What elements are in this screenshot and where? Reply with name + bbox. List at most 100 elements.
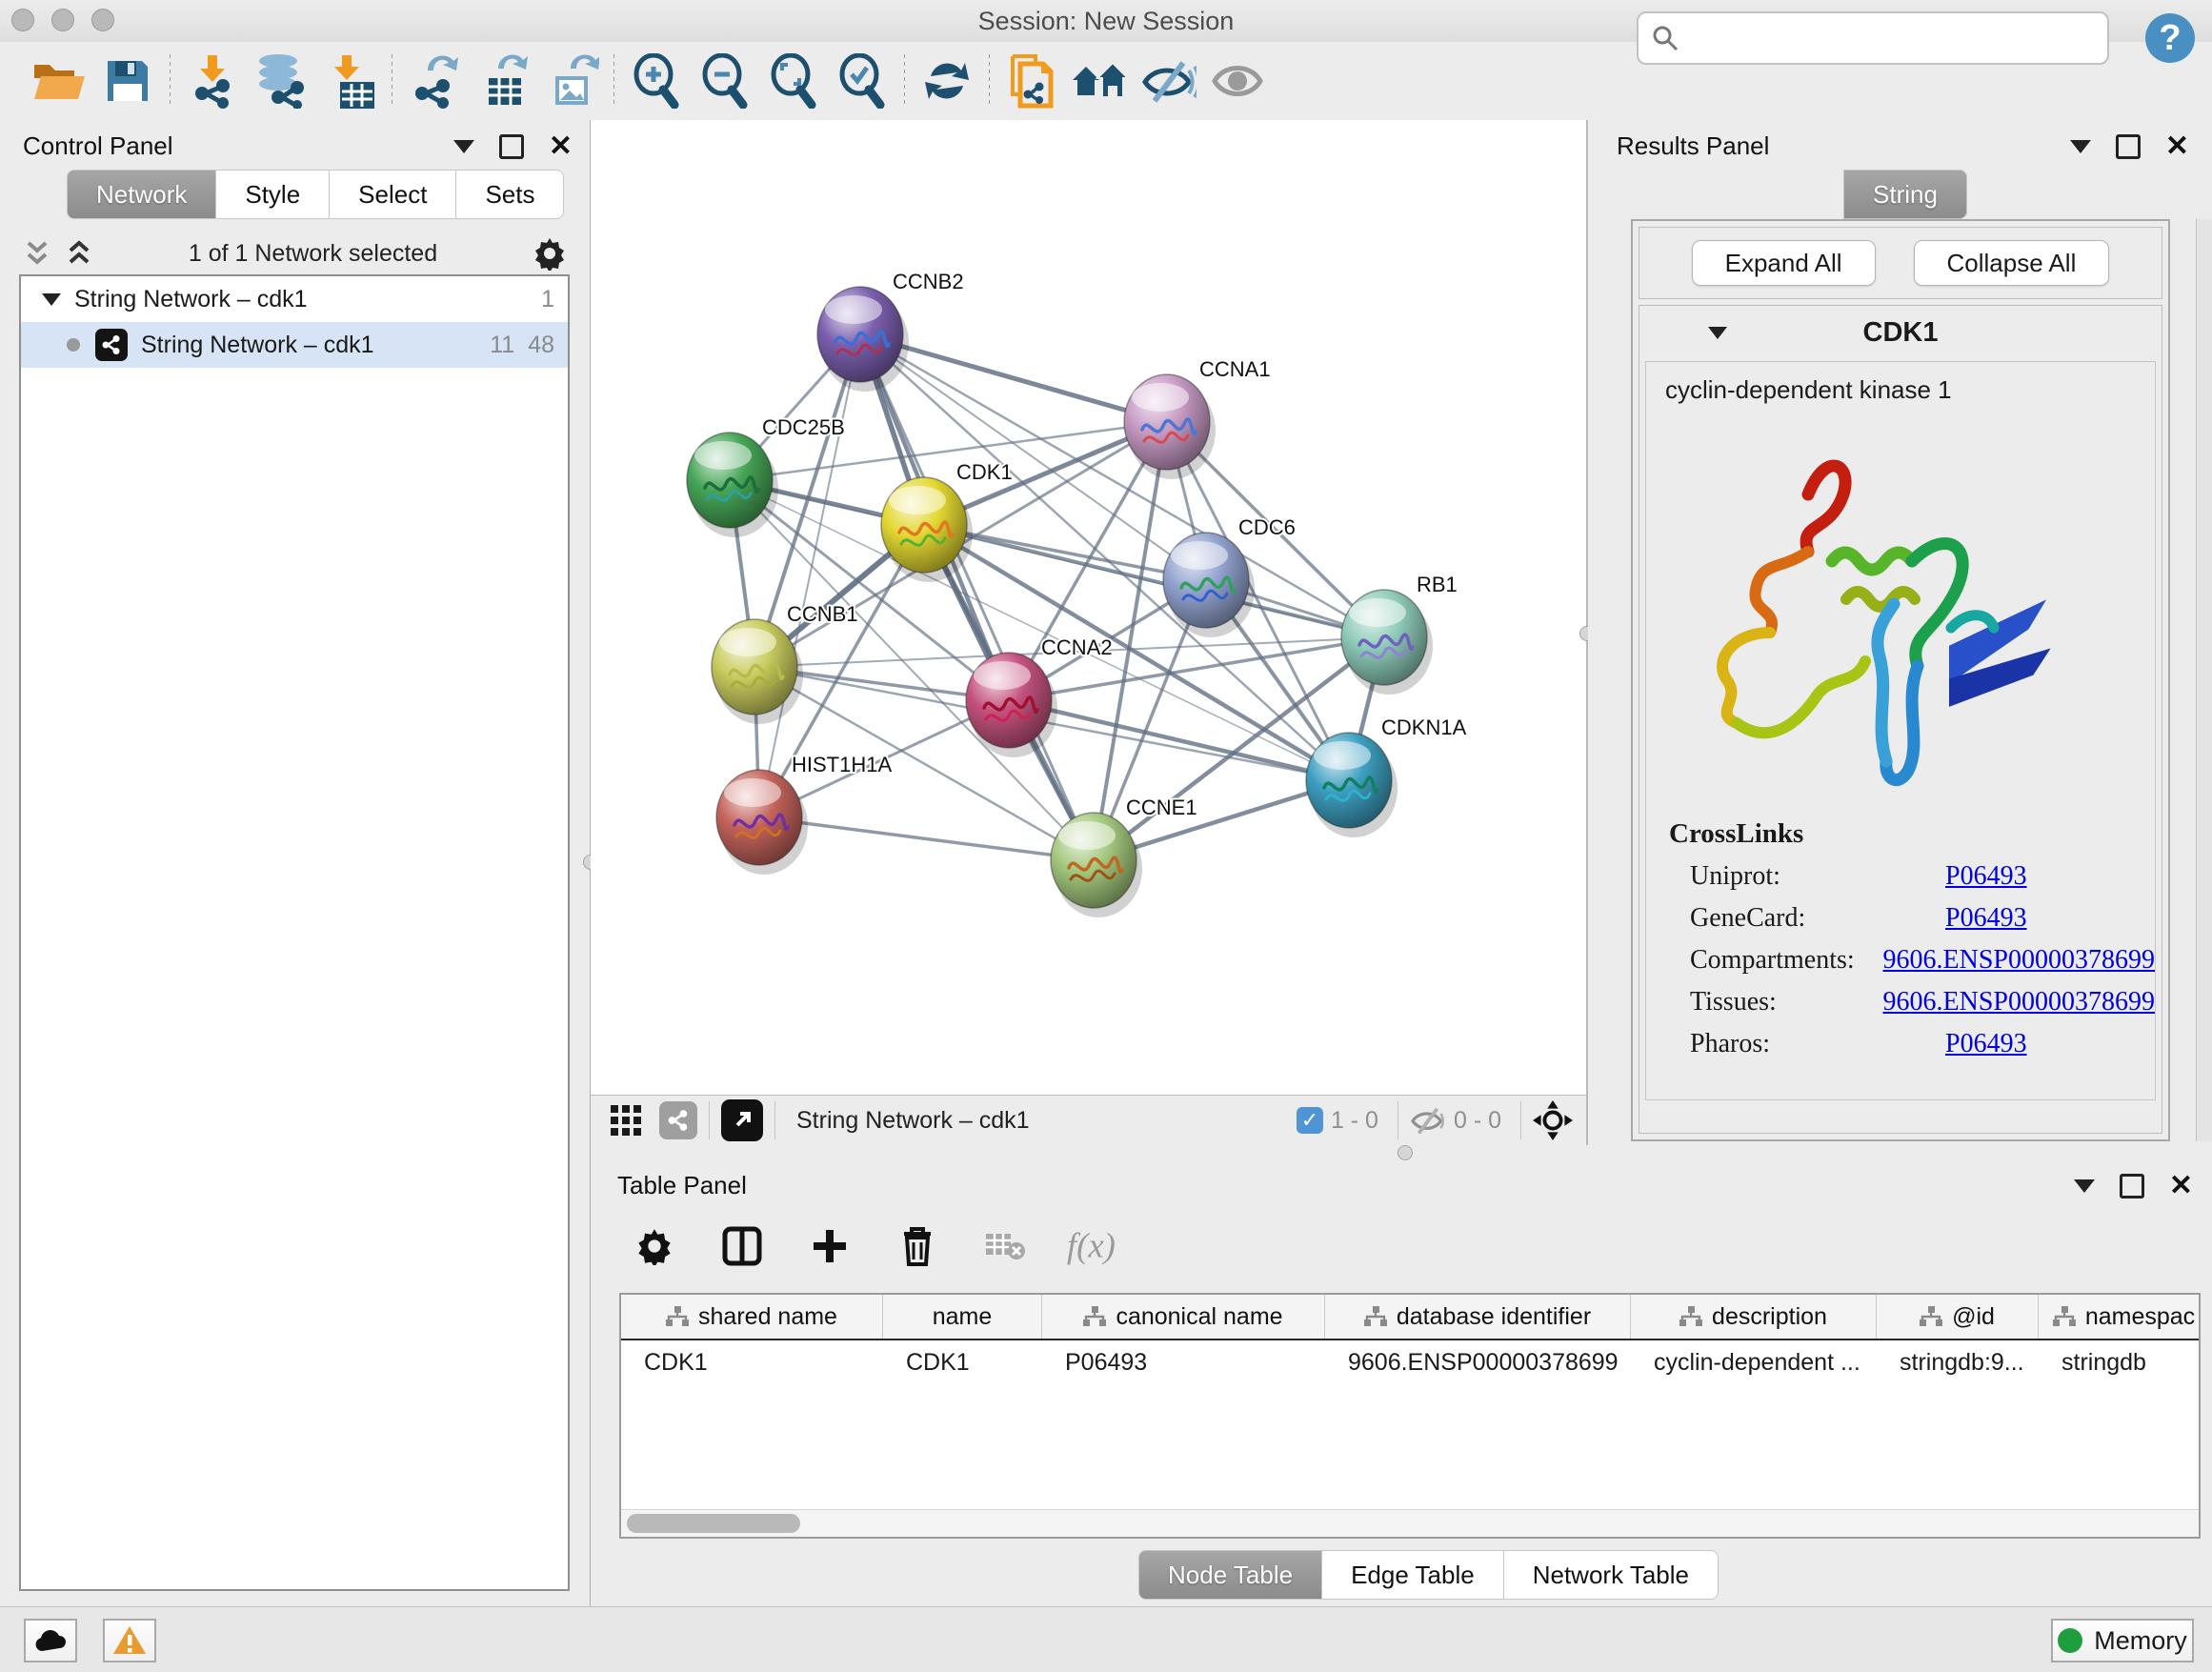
function-builder-button[interactable]: f(x): [1063, 1217, 1122, 1276]
selected-checkbox-icon[interactable]: ✓: [1297, 1107, 1323, 1134]
table-column-header[interactable]: canonical name: [1042, 1295, 1325, 1339]
network-node[interactable]: [687, 433, 778, 537]
network-row[interactable]: String Network – cdk1 11 48: [21, 322, 568, 368]
gear-icon[interactable]: [533, 236, 567, 271]
zoom-in-button[interactable]: [622, 50, 691, 111]
table-hscrollbar-thumb[interactable]: [627, 1514, 800, 1533]
table-panel-float-icon[interactable]: [2120, 1174, 2144, 1199]
import-table-file-button[interactable]: [315, 50, 384, 111]
export-image-button[interactable]: [537, 50, 606, 111]
import-network-database-button[interactable]: [247, 50, 315, 111]
table-settings-button[interactable]: [625, 1217, 684, 1276]
results-panel-close-icon[interactable]: ✕: [2165, 137, 2189, 156]
apply-layout-button[interactable]: [913, 50, 981, 111]
tab-network-table[interactable]: Network Table: [1504, 1550, 1719, 1600]
delete-column-button[interactable]: [888, 1217, 947, 1276]
control-panel-close-icon[interactable]: ✕: [549, 137, 573, 156]
network-node[interactable]: [716, 770, 808, 875]
results-panel-float-icon[interactable]: [2116, 134, 2141, 159]
zoom-fit-button[interactable]: [759, 50, 828, 111]
tab-style[interactable]: Style: [216, 170, 330, 219]
table-hscrollbar[interactable]: [621, 1509, 2199, 1537]
gene-expander-icon[interactable]: [1708, 327, 1727, 339]
tab-string[interactable]: String: [1843, 170, 1967, 219]
export-view-icon[interactable]: [721, 1099, 763, 1141]
network-collection-row[interactable]: String Network – cdk1 1: [21, 276, 568, 322]
expand-all-tree-icon[interactable]: [23, 239, 51, 268]
crosslink-value-link[interactable]: P06493: [1945, 903, 2027, 934]
table-column-header[interactable]: name: [883, 1295, 1042, 1339]
network-node[interactable]: [1051, 813, 1142, 917]
birds-eye-view-icon[interactable]: [610, 1104, 642, 1137]
show-all-button[interactable]: [1203, 50, 1272, 111]
control-panel-float-icon[interactable]: [499, 134, 524, 159]
network-node[interactable]: [1341, 590, 1433, 695]
memory-button[interactable]: Memory: [2051, 1619, 2194, 1662]
table-column-header[interactable]: database identifier: [1325, 1295, 1631, 1339]
table-column-header[interactable]: namespac: [2039, 1295, 2201, 1339]
tab-sets[interactable]: Sets: [456, 170, 564, 219]
table-cell[interactable]: 9606.ENSP00000378699: [1325, 1349, 1631, 1377]
export-network-button[interactable]: [400, 50, 469, 111]
crosslink-value-link[interactable]: 9606.ENSP00000378699: [1883, 987, 2155, 1017]
save-session-button[interactable]: [93, 50, 162, 111]
search-input[interactable]: [1679, 23, 2094, 54]
network-edge[interactable]: [759, 817, 1094, 860]
table-panel-splitter-grip[interactable]: [1398, 1145, 1413, 1160]
warnings-button[interactable]: [103, 1619, 156, 1662]
network-node[interactable]: [817, 287, 909, 392]
table-cell[interactable]: stringdb:9...: [1877, 1349, 2039, 1377]
tab-node-table[interactable]: Node Table: [1138, 1550, 1322, 1600]
hide-selected-button[interactable]: [1135, 50, 1203, 111]
tab-select[interactable]: Select: [330, 170, 456, 219]
table-panel-collapse-icon[interactable]: [2074, 1179, 2095, 1193]
network-node[interactable]: [1163, 533, 1255, 637]
network-edge[interactable]: [860, 334, 1094, 860]
delete-table-button[interactable]: [975, 1217, 1035, 1276]
network-edge[interactable]: [759, 334, 860, 817]
open-session-button[interactable]: [25, 50, 93, 111]
network-edge[interactable]: [924, 525, 1384, 637]
fit-crosshair-icon[interactable]: [1533, 1100, 1573, 1140]
show-columns-button[interactable]: [713, 1217, 772, 1276]
zoom-out-button[interactable]: [691, 50, 759, 111]
table-cell[interactable]: P06493: [1042, 1349, 1325, 1377]
add-column-button[interactable]: [800, 1217, 859, 1276]
table-cell[interactable]: CDK1: [883, 1349, 1042, 1377]
collapse-all-button[interactable]: Collapse All: [1914, 240, 2110, 286]
clone-network-button[interactable]: [997, 50, 1066, 111]
export-table-button[interactable]: [469, 50, 537, 111]
network-overview-icon[interactable]: [659, 1101, 697, 1139]
cloud-button[interactable]: [24, 1619, 77, 1662]
table-cell[interactable]: CDK1: [621, 1349, 883, 1377]
network-node[interactable]: [1306, 733, 1398, 837]
results-scrollbar[interactable]: [2196, 219, 2212, 1141]
table-cell[interactable]: stringdb: [2039, 1349, 2201, 1377]
first-neighbors-button[interactable]: [1066, 50, 1135, 111]
network-edge[interactable]: [1009, 700, 1349, 780]
crosslink-value-link[interactable]: P06493: [1945, 861, 2027, 892]
control-panel-collapse-icon[interactable]: [453, 140, 474, 153]
tree-expander-icon[interactable]: [42, 293, 61, 306]
table-column-header[interactable]: @id: [1877, 1295, 2039, 1339]
table-column-header[interactable]: shared name: [621, 1295, 883, 1339]
tab-network[interactable]: Network: [67, 170, 216, 219]
crosslink-value-link[interactable]: P06493: [1945, 1029, 2027, 1059]
help-button[interactable]: ?: [2145, 13, 2195, 63]
expand-all-button[interactable]: Expand All: [1692, 240, 1876, 286]
network-node[interactable]: [1124, 374, 1216, 479]
table-panel-close-icon[interactable]: ✕: [2169, 1177, 2193, 1196]
hidden-eye-slash-icon[interactable]: [1410, 1105, 1446, 1136]
search-box[interactable]: [1637, 11, 2109, 65]
network-node[interactable]: [881, 477, 973, 582]
table-column-header[interactable]: description: [1631, 1295, 1877, 1339]
crosslink-value-link[interactable]: 9606.ENSP00000378699: [1883, 945, 2155, 976]
collapse-all-tree-icon[interactable]: [65, 239, 93, 268]
results-panel-collapse-icon[interactable]: [2070, 140, 2091, 153]
table-cell[interactable]: cyclin-dependent ...: [1631, 1349, 1877, 1377]
import-network-file-button[interactable]: [178, 50, 247, 111]
zoom-selected-button[interactable]: [828, 50, 896, 111]
tab-edge-table[interactable]: Edge Table: [1322, 1550, 1504, 1600]
gene-section-header[interactable]: CDK1: [1639, 306, 2162, 359]
network-canvas[interactable]: CCNB2CCNA1CDC25BCDK1CDC6RB1CCNB1CCNA2CDK…: [591, 120, 1586, 1095]
